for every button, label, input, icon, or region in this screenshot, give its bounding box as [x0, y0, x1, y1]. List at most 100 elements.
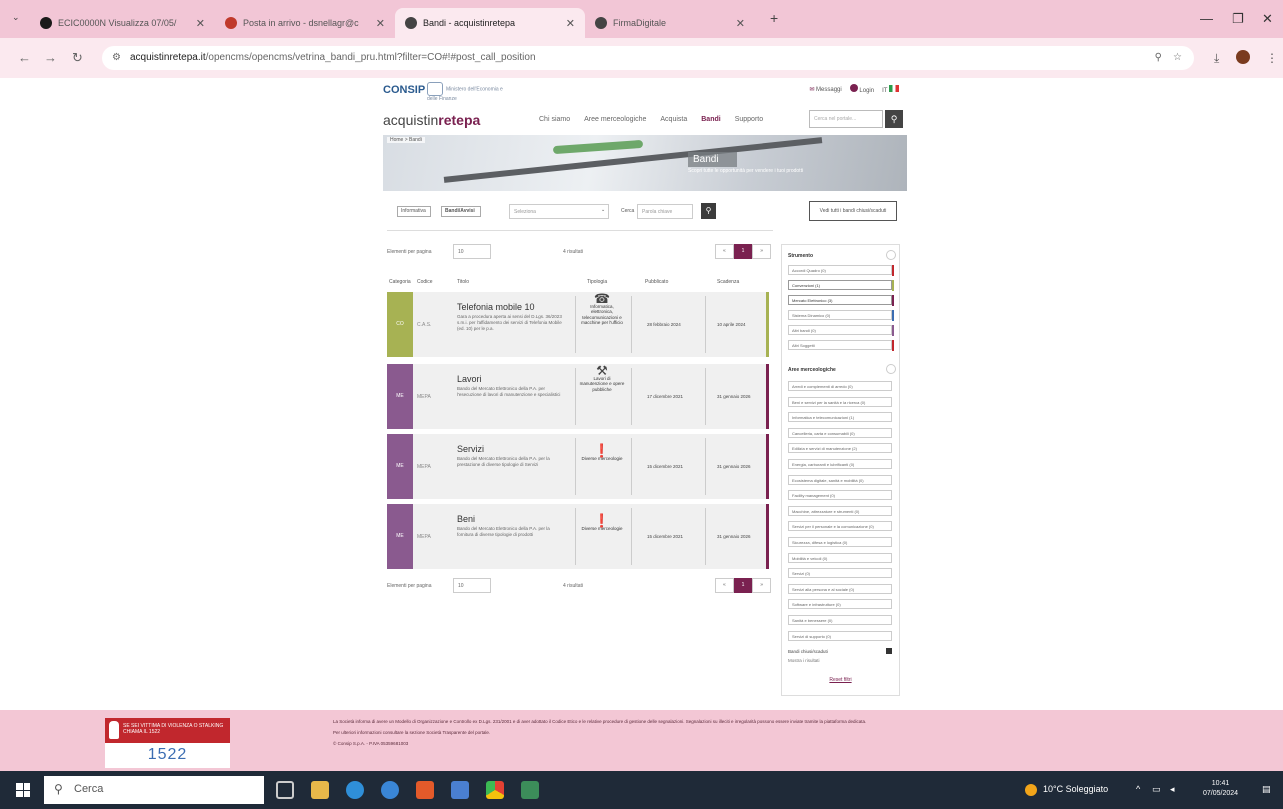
area-filter-item[interactable]: Servizi di supporto (0) — [788, 630, 892, 641]
collapse-icon[interactable] — [886, 364, 896, 374]
chrome-icon[interactable] — [486, 781, 504, 799]
strumento-filter-item[interactable]: Convenzioni (1) — [788, 280, 892, 290]
windows-start-icon[interactable] — [16, 783, 30, 797]
area-filter-item[interactable]: Software e infrastrutture (0) — [788, 599, 892, 610]
reload-icon[interactable]: ↻ — [72, 50, 83, 66]
page-1-button[interactable]: 1 — [733, 244, 753, 259]
bando-card[interactable]: ME MEPA Lavori Bando del Mercato Elettro… — [387, 364, 769, 429]
browser-tab-4[interactable]: FirmaDigitale ✕ — [585, 8, 755, 38]
language-switch[interactable]: IT — [882, 84, 899, 94]
bando-title[interactable]: Servizi — [457, 444, 484, 454]
closed-bandi-button[interactable]: Vedi tutti i bandi chiusi/scaduti — [809, 201, 897, 221]
profile-avatar[interactable] — [1236, 50, 1250, 64]
filter-bandi-avvisi[interactable]: Bandi/Avvisi — [441, 206, 481, 217]
minimize-icon[interactable]: — — [1200, 11, 1213, 26]
area-filter-item[interactable]: Servizi alla persona e al sociale (0) — [788, 583, 892, 594]
area-filter-item[interactable]: Informatica e telecomunicazioni (1) — [788, 412, 892, 423]
close-window-icon[interactable]: ✕ — [1262, 11, 1273, 27]
store-icon[interactable] — [346, 781, 364, 799]
col-scadenza[interactable]: Scadenza — [717, 279, 739, 285]
strumento-filter-item[interactable]: Altri bandi (0) — [788, 325, 892, 335]
close-tab-icon[interactable]: ✕ — [556, 17, 575, 30]
strumento-filter-item[interactable]: Sistema Dinamico (0) — [788, 310, 892, 320]
area-filter-item[interactable]: Servizi per il personale e la comunicazi… — [788, 521, 892, 532]
tab-menu-icon[interactable]: ⌄ — [12, 12, 20, 23]
app-icon[interactable] — [521, 781, 539, 799]
page-1-button[interactable]: 1 — [733, 578, 753, 593]
taskbar-search-input[interactable]: ⚲ Cerca — [44, 776, 264, 804]
col-tipologia[interactable]: Tipologia — [587, 279, 607, 285]
nav-chi-siamo[interactable]: Chi siamo — [539, 116, 570, 123]
search-icon[interactable]: ⚲ — [885, 110, 903, 128]
strumento-filter-item[interactable]: Accordi Quadro (0) — [788, 265, 892, 275]
network-icon[interactable]: ▭ — [1152, 784, 1161, 795]
back-icon[interactable]: ← — [18, 50, 31, 65]
site-info-icon[interactable]: ⚙ — [112, 46, 121, 70]
notifications-icon[interactable]: ▤ — [1262, 784, 1271, 795]
mef-logo[interactable]: Ministero dell'Economia e delle Finanze — [427, 82, 507, 102]
browser-menu-icon[interactable]: ⋮ — [1266, 51, 1278, 65]
area-filter-item[interactable]: Macchine, attrezzature e strumenti (0) — [788, 505, 892, 516]
bando-card[interactable]: ME MEPA Servizi Bando del Mercato Elettr… — [387, 434, 769, 499]
address-bar[interactable]: ⚙ acquistinretepa.it/opencms/opencms/vet… — [102, 46, 1194, 70]
browser-tab-2[interactable]: Posta in arrivo - dsnellagr@c ✕ — [215, 8, 395, 38]
site-search-input[interactable]: Cerca nel portale... — [809, 110, 883, 128]
area-filter-item[interactable]: Servizi (0) — [788, 568, 892, 579]
bando-title[interactable]: Lavori — [457, 374, 482, 384]
col-codice[interactable]: Codice — [417, 279, 433, 285]
area-filter-item[interactable]: Edilizia e servizi di manutenzione (2) — [788, 443, 892, 454]
area-filter-item[interactable]: Cancelleria, carta e consumabili (0) — [788, 427, 892, 438]
strumento-filter-item[interactable]: Mercato Elettronico (3) — [788, 295, 892, 305]
forward-icon[interactable]: → — [44, 50, 57, 65]
area-filter-item[interactable]: Energia, carburanti e lubrificanti (0) — [788, 459, 892, 469]
nav-bandi[interactable]: Bandi — [701, 116, 720, 123]
bando-card[interactable]: CO C.A.S. Telefonia mobile 10 Gara a pro… — [387, 292, 769, 357]
col-categoria[interactable]: Categoria — [389, 279, 411, 285]
area-filter-item[interactable]: Facility management (0) — [788, 490, 892, 501]
nav-supporto[interactable]: Supporto — [735, 116, 763, 123]
area-filter-item[interactable]: Arredi e complementi di arredo (0) — [788, 381, 892, 391]
clock[interactable]: 10:41 07/05/2024 — [1203, 779, 1238, 799]
office-icon[interactable] — [416, 781, 434, 799]
nav-aree-merceologiche[interactable]: Aree merceologiche — [584, 116, 646, 123]
tray-chevron-icon[interactable]: ^ — [1136, 784, 1140, 794]
weather-text[interactable]: 10°C Soleggiato — [1043, 784, 1108, 794]
area-filter-item[interactable]: Mobilità e veicoli (0) — [788, 552, 892, 563]
area-filter-item[interactable]: Sanità e benessere (0) — [788, 615, 892, 625]
next-page-button[interactable]: » — [752, 578, 772, 593]
zoom-icon[interactable]: ⚲ — [1155, 46, 1162, 70]
area-filter-item[interactable]: Ecosistema digitale, sanità e mobilità (… — [788, 474, 892, 485]
col-pubblicato[interactable]: Pubblicato — [645, 279, 668, 285]
nav-acquista[interactable]: Acquista — [660, 116, 687, 123]
maximize-icon[interactable]: ❐ — [1232, 11, 1244, 27]
browser-tab-3-active[interactable]: Bandi - acquistinretepa ✕ — [395, 8, 585, 38]
prev-page-button[interactable]: « — [715, 578, 734, 593]
acquistinretepa-logo[interactable]: acquistinretepa — [383, 112, 480, 128]
next-page-button[interactable]: » — [752, 244, 772, 259]
consip-logo[interactable]: CONSIP — [383, 84, 425, 96]
filter-informativa[interactable]: Informativa — [397, 206, 431, 217]
bookmark-star-icon[interactable]: ☆ — [1173, 46, 1182, 70]
messages-link[interactable]: ✉ Messaggi — [809, 86, 841, 93]
volume-icon[interactable]: ◂ — [1170, 784, 1175, 795]
area-filter-item[interactable]: Sicurezza, difesa e logistica (0) — [788, 537, 892, 547]
breadcrumb[interactable]: Home > Bandi — [387, 137, 425, 143]
type-select[interactable]: Seleziona — [509, 204, 609, 219]
close-tab-icon[interactable]: ✕ — [366, 17, 385, 30]
task-view-icon[interactable] — [276, 781, 294, 799]
word-icon[interactable] — [451, 781, 469, 799]
antiviolence-1522-banner[interactable]: SE SEI VITTIMA DI VIOLENZA O STALKING CH… — [105, 718, 230, 768]
close-tab-icon[interactable]: ✕ — [726, 17, 745, 30]
download-icon[interactable]: ⤓ — [1214, 51, 1219, 66]
bando-title[interactable]: Telefonia mobile 10 — [457, 302, 535, 312]
strumento-filter-item[interactable]: Altri Soggetti — [788, 340, 892, 350]
close-tab-icon[interactable]: ✕ — [186, 17, 205, 30]
per-page-select[interactable]: 10 — [453, 578, 491, 593]
closed-filter-checkbox[interactable] — [886, 648, 892, 654]
reset-filters-link[interactable]: Reset filtri — [782, 677, 899, 683]
keyword-input[interactable]: Parola chiave — [637, 204, 693, 219]
prev-page-button[interactable]: « — [715, 244, 734, 259]
browser-tab-1[interactable]: ECIC0000N Visualizza 07/05/ ✕ — [30, 8, 215, 38]
login-link[interactable]: Login — [849, 84, 874, 94]
bando-card[interactable]: ME MEPA Beni Bando del Mercato Elettroni… — [387, 504, 769, 569]
